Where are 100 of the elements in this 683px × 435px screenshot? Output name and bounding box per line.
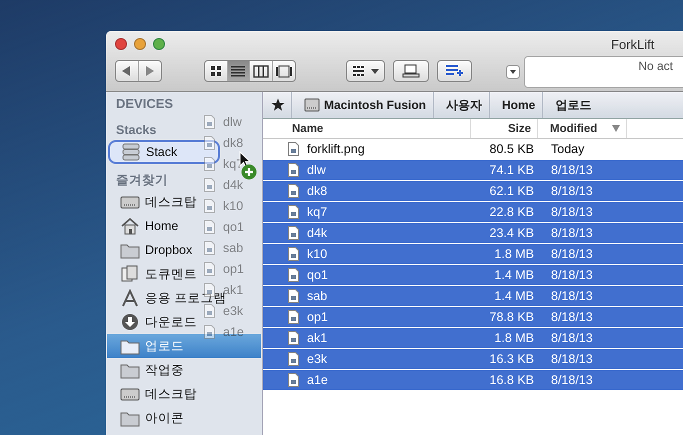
file-row[interactable]: ak1 1.8 MB 8/18/13 [263, 328, 683, 349]
sidebar-item[interactable]: 데스크탑 [107, 190, 199, 214]
computer-icon [402, 64, 420, 78]
file-name: e3k [307, 352, 328, 366]
file-name: op1 [307, 310, 328, 324]
cursor-icon [239, 151, 251, 169]
file-size: 80.5 KB [488, 142, 535, 156]
file-icon [288, 184, 299, 198]
file-icon [288, 163, 299, 177]
dragged-file-name: sab [223, 240, 244, 254]
file-row[interactable]: d4k 23.4 KB 8/18/13 [263, 223, 683, 244]
file-date: 8/18/13 [550, 205, 594, 219]
left-triangle-icon [122, 66, 132, 76]
connect-button[interactable] [393, 60, 429, 82]
file-size: 16.3 KB [488, 352, 535, 366]
star-icon[interactable] [271, 98, 285, 112]
search-field[interactable]: No act [524, 56, 683, 88]
file-date: 8/18/13 [550, 373, 594, 387]
file-row[interactable]: dlw 74.1 KB 8/18/13 [263, 160, 683, 181]
file-name: qo1 [307, 268, 328, 282]
list-view-button[interactable] [228, 61, 250, 81]
file-row[interactable]: a1e 16.8 KB 8/18/13 [263, 370, 683, 391]
file-icon [288, 247, 299, 261]
file-icon [288, 205, 299, 219]
sidebar-item[interactable]: 작업중 [107, 358, 186, 382]
file-icon [204, 198, 215, 212]
file-icon [288, 331, 299, 345]
column-header[interactable]: Name [263, 119, 471, 138]
download-icon [120, 313, 140, 331]
sidebar-heading: DEVICES [115, 95, 174, 113]
zoom-icon[interactable] [153, 38, 165, 50]
home-icon [120, 217, 140, 235]
file-name: sab [307, 289, 328, 303]
file-row[interactable]: qo1 1.4 MB 8/18/13 [263, 265, 683, 286]
window-title: ForkLift [611, 37, 654, 52]
file-name: kq7 [307, 205, 328, 219]
columns-view-icon [253, 64, 270, 78]
dragged-file-name: dlw [223, 114, 242, 128]
file-row[interactable]: k10 1.8 MB 8/18/13 [263, 244, 683, 265]
file-row[interactable]: op1 78.8 KB 8/18/13 [263, 307, 683, 328]
path-crumb[interactable]: 사용자 [433, 92, 489, 118]
sort-caret-icon [612, 125, 620, 132]
sidebar-heading: 즐겨찾기 [115, 172, 168, 189]
file-size: 1.8 MB [493, 247, 535, 261]
file-row[interactable]: sab 1.4 MB 8/18/13 [263, 286, 683, 307]
file-name: dk8 [307, 184, 328, 198]
sidebar-item[interactable]: 도큐멘트 [107, 262, 199, 286]
file-row[interactable]: dk8 62.1 KB 8/18/13 [263, 181, 683, 202]
sidebar-item[interactable]: 다운로드 [107, 310, 199, 334]
dragged-file-name: op1 [223, 262, 244, 276]
file-icon [204, 178, 215, 192]
file-date: 8/18/13 [550, 226, 594, 240]
list-view-icon [230, 64, 246, 78]
add-to-queue-button[interactable] [436, 60, 472, 82]
sidebar-item[interactable]: 아이콘 [107, 406, 186, 430]
file-date: 8/18/13 [550, 331, 594, 345]
dragged-file-name: e3k [223, 304, 244, 318]
file-date: 8/18/13 [550, 352, 594, 366]
file-icon [288, 373, 299, 387]
path-crumb[interactable]: Home [489, 92, 542, 118]
sidebar-item[interactable]: Stack [108, 140, 220, 164]
grid-caret-icon [352, 66, 379, 76]
path-crumb[interactable]: 업로드 [542, 92, 598, 118]
file-icon [204, 114, 215, 128]
file-size: 62.1 KB [488, 184, 535, 198]
path-crumb[interactable]: Macintosh Fusion [291, 92, 433, 118]
coverflow-view-icon [276, 64, 292, 78]
file-row[interactable]: e3k 16.3 KB 8/18/13 [263, 349, 683, 370]
file-date: 8/18/13 [550, 289, 594, 303]
file-size: 1.8 MB [493, 331, 535, 345]
file-name: forklift.png [307, 142, 365, 156]
right-triangle-icon [145, 66, 154, 76]
file-icon [288, 352, 299, 366]
file-icon [204, 262, 215, 276]
action-dropdown-button[interactable] [346, 60, 386, 82]
file-size: 78.8 KB [488, 310, 535, 324]
file-icon [204, 136, 215, 150]
file-icon [204, 240, 215, 254]
file-size: 1.4 MB [493, 268, 535, 282]
file-name: dlw [307, 163, 326, 177]
minimize-icon[interactable] [134, 38, 146, 50]
file-size: 22.8 KB [488, 205, 535, 219]
sidebar-item[interactable]: 데스크탑 [107, 382, 199, 406]
apps-icon [120, 289, 140, 307]
file-icon [288, 268, 299, 282]
file-icon [288, 310, 299, 324]
file-name: ak1 [307, 331, 328, 345]
dragged-file-name: qo1 [223, 220, 244, 234]
file-date: 8/18/13 [550, 184, 594, 198]
stack-icon [121, 143, 141, 161]
file-date: 8/18/13 [550, 268, 594, 282]
file-icon [288, 142, 299, 156]
dropdown-icon[interactable] [506, 65, 520, 79]
dragged-file-name: d4k [223, 178, 244, 192]
file-size: 1.4 MB [493, 289, 535, 303]
sidebar-item[interactable]: Home [107, 214, 180, 238]
file-row[interactable]: kq7 22.8 KB 8/18/13 [263, 202, 683, 223]
close-icon[interactable] [115, 38, 127, 50]
sidebar-item[interactable]: Dropbox [107, 238, 194, 262]
file-icon [204, 304, 215, 318]
